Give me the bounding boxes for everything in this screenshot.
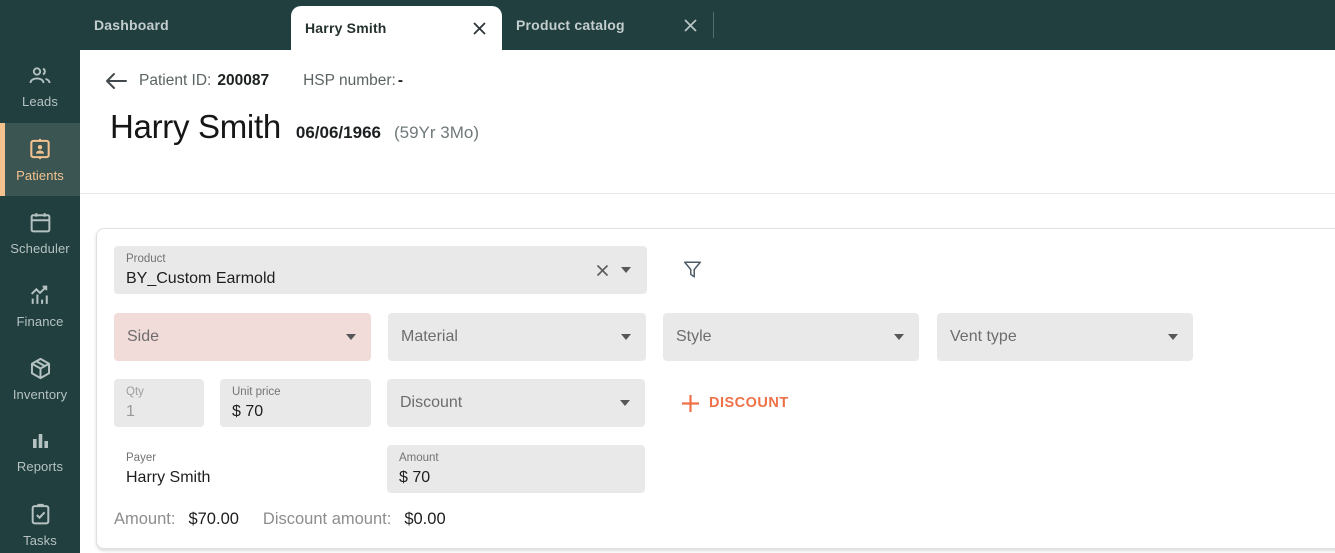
total-amount-value: $70.00 [188, 510, 239, 528]
sidebar-nav: Leads Patients Scheduler Finance Invento… [0, 0, 80, 553]
discount-label: Discount [400, 394, 463, 411]
unit-price-field[interactable]: Unit price $ 70 [220, 379, 371, 427]
vent-type-select[interactable]: Vent type [937, 313, 1193, 361]
sidebar-item-label: Tasks [23, 532, 57, 548]
chevron-down-icon [1168, 334, 1178, 340]
payer-label: Payer [126, 452, 157, 464]
payer-row: Payer Harry Smith Amount $ 70 [114, 445, 1335, 493]
sidebar-item-reports[interactable]: Reports [0, 415, 80, 488]
side-label: Side [127, 328, 160, 345]
hsp-number-value: - [397, 72, 404, 89]
patient-age: (59Yr 3Mo) [393, 123, 480, 142]
close-icon[interactable] [683, 18, 698, 33]
qty-label: Qty [126, 386, 144, 398]
scheduler-calendar-icon [28, 210, 53, 235]
material-label: Material [401, 328, 458, 345]
patient-name: Harry Smith [110, 108, 281, 145]
tab-divider [713, 12, 714, 38]
unit-price-value: $ 70 [232, 403, 264, 420]
sidebar-item-label: Reports [16, 459, 64, 474]
style-select[interactable]: Style [663, 313, 919, 361]
chevron-down-icon [620, 400, 630, 406]
total-discount-label: Discount amount: [262, 510, 392, 528]
total-amount-label: Amount: [114, 510, 176, 528]
clear-icon[interactable] [595, 263, 610, 278]
chevron-down-icon[interactable] [621, 267, 631, 273]
totals-row: Amount: $70.00 Discount amount: $0.00 [114, 510, 1335, 529]
tab-product-catalog-label: Product catalog [516, 17, 625, 33]
chevron-down-icon [346, 334, 356, 340]
tasks-check-icon [28, 502, 53, 527]
top-tab-bar: Dashboard Harry Smith Product catalog [0, 0, 1335, 50]
add-discount-button[interactable]: DISCOUNT [681, 394, 789, 413]
tab-product-catalog[interactable]: Product catalog [502, 0, 713, 50]
pricing-row: Qty 1 Unit price $ 70 Discount DISCOUNT [114, 379, 1335, 427]
payer-value: Harry Smith [126, 469, 211, 486]
sidebar-item-inventory[interactable]: Inventory [0, 342, 80, 415]
patient-title-row: Harry Smith 06/06/1966 (59Yr 3Mo) [110, 108, 479, 146]
patient-dob: 06/06/1966 [295, 123, 381, 142]
sidebar-item-label: Finance [16, 313, 64, 329]
amount-field[interactable]: Amount $ 70 [387, 445, 645, 493]
tab-harry-smith-label: Harry Smith [305, 20, 387, 36]
product-select[interactable]: Product BY_Custom Earmold [114, 246, 647, 294]
filter-funnel-icon[interactable] [680, 257, 704, 283]
discount-select[interactable]: Discount [387, 379, 645, 427]
product-form-card: Product BY_Custom Earmold Side Material … [96, 228, 1335, 549]
app-window: Dashboard Harry Smith Product catalog Le… [0, 0, 1335, 553]
sidebar-item-label: Patients [16, 168, 64, 183]
patient-meta-row: Patient ID: 200087 HSP number: - [105, 72, 403, 90]
tab-harry-smith[interactable]: Harry Smith [291, 6, 502, 50]
amount-label: Amount [399, 452, 439, 464]
tab-dashboard-label: Dashboard [94, 17, 169, 33]
leads-people-icon [27, 64, 53, 88]
product-value: BY_Custom Earmold [126, 270, 276, 287]
sidebar-item-label: Scheduler [10, 240, 70, 256]
sidebar-item-finance[interactable]: Finance [0, 269, 80, 342]
unit-price-label: Unit price [232, 386, 281, 398]
payer-field[interactable]: Payer Harry Smith [114, 445, 371, 493]
add-discount-label: DISCOUNT [709, 395, 789, 411]
material-select[interactable]: Material [388, 313, 646, 361]
plus-icon [681, 394, 700, 413]
total-discount-value: $0.00 [404, 510, 446, 528]
amount-value: $ 70 [399, 469, 431, 486]
patients-badge-icon [27, 136, 53, 162]
inventory-box-icon [28, 356, 53, 381]
side-select[interactable]: Side [114, 313, 371, 361]
close-icon[interactable] [472, 21, 487, 36]
qty-value: 1 [126, 403, 135, 420]
vent-type-label: Vent type [950, 328, 1017, 345]
product-label: Product [126, 253, 166, 265]
tab-strip: Dashboard Harry Smith Product catalog [80, 0, 714, 50]
sidebar-item-label: Inventory [12, 386, 68, 402]
sidebar-item-scheduler[interactable]: Scheduler [0, 196, 80, 269]
chevron-down-icon [894, 334, 904, 340]
patient-id-label: Patient ID: [139, 72, 212, 89]
style-label: Style [676, 328, 712, 345]
sidebar-item-label: Leads [22, 94, 58, 109]
main-content: Patient ID: 200087 HSP number: - Harry S… [80, 50, 1335, 553]
product-select-icons [595, 246, 631, 294]
attributes-row: Side Material Style Vent type [114, 313, 1335, 361]
finance-chart-icon [27, 283, 53, 308]
product-row: Product BY_Custom Earmold [114, 246, 1335, 294]
qty-field: Qty 1 [114, 379, 204, 427]
header-divider [80, 193, 1335, 194]
sidebar-item-patients[interactable]: Patients [0, 123, 80, 196]
back-arrow-icon[interactable] [105, 72, 129, 90]
reports-barchart-icon [28, 429, 53, 453]
sidebar-item-tasks[interactable]: Tasks [0, 488, 80, 553]
patient-id-value: 200087 [217, 72, 270, 89]
sidebar-item-leads[interactable]: Leads [0, 50, 80, 123]
tab-dashboard[interactable]: Dashboard [80, 0, 291, 50]
chevron-down-icon [621, 334, 631, 340]
hsp-number-label: HSP number: [303, 72, 396, 89]
